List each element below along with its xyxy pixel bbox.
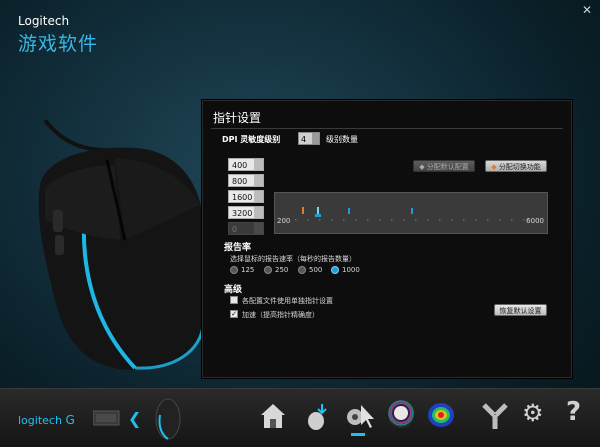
assign-shift-button[interactable]: ◆ 分配切换功能 bbox=[485, 160, 547, 172]
report-rate-500-label: 500 bbox=[309, 266, 323, 274]
spin-arrows-icon[interactable] bbox=[312, 133, 319, 144]
app-subtitle: 游戏软件 bbox=[18, 33, 99, 55]
dpi-value: 400 bbox=[232, 161, 248, 170]
bottom-toolbar: logitech G ❮ ⚙ ? bbox=[0, 388, 600, 447]
panel-title: 指针设置 bbox=[213, 111, 262, 125]
active-indicator bbox=[351, 433, 365, 436]
spin-arrows-icon[interactable] bbox=[254, 223, 263, 234]
acceleration-label: 加速（提高指针精确度） bbox=[242, 311, 319, 319]
slider-min-label: 200 bbox=[277, 217, 291, 225]
dpi-levels-caption: 级别数量 bbox=[326, 135, 358, 144]
advanced-title: 高级 bbox=[224, 285, 243, 295]
report-rate-1000-label: 1000 bbox=[342, 266, 360, 274]
divider bbox=[211, 128, 563, 129]
report-rate-title: 报告率 bbox=[224, 243, 252, 253]
dpi-levels-label: DPI 灵敏度级别 bbox=[222, 135, 281, 144]
report-rate-1000-radio[interactable] bbox=[331, 266, 339, 274]
heatmap-icon[interactable] bbox=[425, 399, 457, 431]
dpi-value: 1600 bbox=[232, 193, 253, 202]
dpi-level-1[interactable]: 400 bbox=[228, 158, 264, 171]
button-label: 分配默认配置 bbox=[426, 163, 469, 171]
pointer-settings-icon[interactable] bbox=[343, 399, 375, 431]
brand-name: Logitech bbox=[18, 14, 70, 28]
report-rate-desc: 选择鼠标的报告速率（每秒的报告数量） bbox=[230, 255, 356, 263]
mouse-customize-icon[interactable] bbox=[300, 401, 332, 431]
dpi-slider-track bbox=[295, 207, 525, 221]
dpi-value: 800 bbox=[232, 177, 248, 186]
lighting-icon[interactable] bbox=[385, 399, 417, 431]
restore-defaults-button[interactable]: 恢复默认设置 bbox=[494, 304, 547, 316]
report-rate-250-label: 250 bbox=[275, 266, 289, 274]
help-icon[interactable]: ? bbox=[566, 397, 581, 427]
home-icon[interactable] bbox=[258, 401, 288, 431]
dpi-level-3[interactable]: 1600 bbox=[228, 190, 264, 203]
per-profile-label: 各配置文件使用单独指针设置 bbox=[242, 297, 333, 305]
report-rate-125-radio[interactable] bbox=[230, 266, 238, 274]
app-window: Logitech 游戏软件 ✕ 指针设置 DPI 灵敏度级别 4 级别数量 40… bbox=[0, 0, 600, 447]
dpi-marker-shift bbox=[302, 207, 304, 214]
dpi-value: 3200 bbox=[232, 209, 253, 218]
dpi-level-4[interactable]: 3200 bbox=[228, 206, 264, 219]
spin-arrows-icon[interactable] bbox=[254, 207, 263, 218]
spin-arrows-icon[interactable] bbox=[254, 159, 263, 170]
settings-gear-icon[interactable]: ⚙ bbox=[522, 399, 544, 427]
dpi-marker-default bbox=[317, 207, 319, 214]
dpi-marker bbox=[411, 208, 413, 214]
keyboard-device-icon[interactable] bbox=[93, 405, 123, 431]
chevron-left-icon[interactable]: ❮ bbox=[128, 409, 141, 428]
share-icon[interactable] bbox=[480, 401, 510, 431]
dpi-slider[interactable]: 200 6000 bbox=[274, 192, 548, 234]
report-rate-250-radio[interactable] bbox=[264, 266, 272, 274]
shift-icon: ◆ bbox=[491, 163, 497, 171]
dpi-level-5[interactable]: 0 bbox=[228, 222, 264, 235]
spin-arrows-icon[interactable] bbox=[254, 175, 263, 186]
spin-arrows-icon[interactable] bbox=[254, 191, 263, 202]
report-rate-125-label: 125 bbox=[241, 266, 255, 274]
report-rate-500-radio[interactable] bbox=[298, 266, 306, 274]
mouse-device-icon[interactable] bbox=[150, 395, 186, 441]
button-label: 分配切换功能 bbox=[498, 163, 541, 171]
acceleration-checkbox[interactable]: ✓ bbox=[230, 310, 238, 318]
dpi-marker bbox=[348, 208, 350, 214]
slider-max-label: 6000 bbox=[526, 217, 544, 225]
dpi-levels-value: 4 bbox=[301, 135, 307, 144]
dpi-levels-stepper[interactable]: 4 bbox=[298, 132, 320, 145]
logitech-logo: logitech G bbox=[18, 413, 75, 427]
assign-default-button[interactable]: ◆ 分配默认配置 bbox=[413, 160, 475, 172]
dpi-value: 0 bbox=[232, 225, 238, 234]
per-profile-checkbox[interactable] bbox=[230, 296, 238, 304]
close-icon[interactable]: ✕ bbox=[582, 3, 592, 17]
logo-text: logitech bbox=[18, 414, 62, 427]
dpi-level-2[interactable]: 800 bbox=[228, 174, 264, 187]
